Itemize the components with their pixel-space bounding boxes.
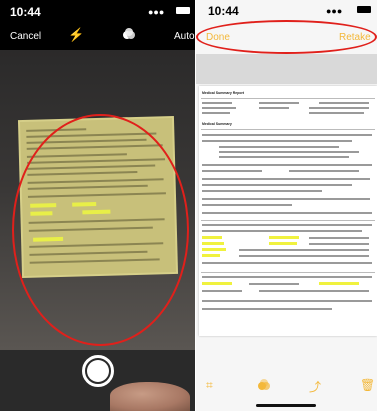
document-title: Medical Summary Report [202,91,245,95]
status-time: 10:44 [208,4,239,18]
trash-icon[interactable]: 🗑 [360,378,375,392]
background-foot [110,382,190,411]
home-indicator [256,404,316,407]
section-heading: Medical Summary [202,122,232,126]
flash-icon[interactable]: ⚡ [68,27,84,43]
preview-backdrop [196,54,377,84]
battery-icon [176,7,190,14]
filter-icon[interactable] [257,379,271,391]
crop-icon[interactable]: ⌗ [206,378,213,393]
scanned-page: Medical Summary Report Medical Summary [199,86,377,336]
camera-view: 10:44 ●●● Cancel ⚡ Auto [0,0,195,411]
shutter-icon [87,360,109,382]
signal-icon: ●●● [148,7,165,17]
annotation-ellipse-document [12,114,189,346]
status-time: 10:44 [10,5,41,19]
rotate-icon[interactable]: ⤴ [309,378,321,395]
scan-preview-view: 10:44 ●●● Done Retake Medical Summary Re… [196,0,377,411]
cancel-button[interactable]: Cancel [10,31,41,42]
filter-icon[interactable] [122,28,136,40]
annotation-ellipse-navbar [196,20,377,54]
battery-icon [357,6,371,13]
signal-icon: ●●● [326,6,343,16]
auto-capture-toggle[interactable]: Auto [174,31,195,42]
